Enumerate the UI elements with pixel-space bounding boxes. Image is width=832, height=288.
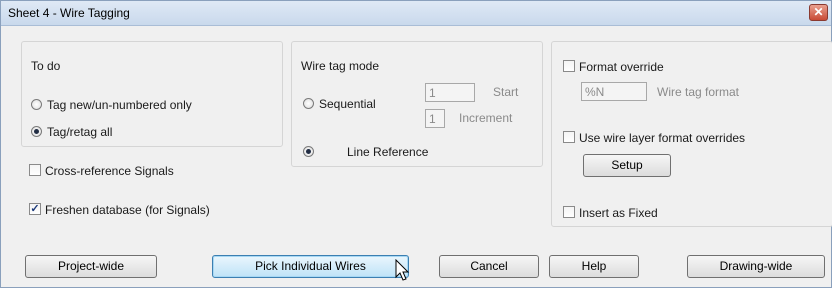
wire-tag-format-label: Wire tag format bbox=[657, 85, 740, 99]
layer-overrides-label: Use wire layer format overrides bbox=[579, 131, 746, 145]
sequential-radio[interactable] bbox=[303, 98, 314, 109]
pick-individual-wires-button[interactable]: Pick Individual Wires bbox=[212, 255, 409, 278]
todo-heading: To do bbox=[31, 59, 61, 73]
line-reference-radio[interactable] bbox=[303, 146, 314, 157]
cross-reference-checkbox[interactable] bbox=[29, 164, 41, 176]
start-field[interactable]: 1 bbox=[425, 83, 475, 102]
help-button[interactable]: Help bbox=[549, 255, 639, 278]
increment-field[interactable]: 1 bbox=[425, 109, 445, 128]
window-title: Sheet 4 - Wire Tagging bbox=[8, 6, 130, 20]
line-reference-label: Line Reference bbox=[347, 145, 429, 159]
insert-fixed-checkbox[interactable] bbox=[563, 206, 575, 218]
freshen-database-label: Freshen database (for Signals) bbox=[45, 203, 210, 217]
project-wide-button[interactable]: Project-wide bbox=[25, 255, 157, 278]
sequential-label: Sequential bbox=[319, 97, 376, 111]
format-override-label: Format override bbox=[579, 60, 664, 74]
drawing-wide-button[interactable]: Drawing-wide bbox=[687, 255, 825, 278]
check-icon: ✓ bbox=[30, 203, 40, 215]
close-icon: ✕ bbox=[813, 5, 824, 19]
wire-tagging-dialog: Sheet 4 - Wire Tagging ✕ To do Tag new/u… bbox=[0, 0, 832, 288]
insert-fixed-label: Insert as Fixed bbox=[579, 206, 658, 220]
wire-tag-format-field[interactable]: %N bbox=[581, 82, 647, 101]
mouse-cursor-icon bbox=[395, 259, 410, 281]
title-bar: Sheet 4 - Wire Tagging ✕ bbox=[1, 1, 831, 26]
layer-overrides-checkbox[interactable] bbox=[563, 131, 575, 143]
close-button[interactable]: ✕ bbox=[809, 4, 828, 21]
increment-label: Increment bbox=[459, 111, 513, 125]
wire-tag-mode-heading: Wire tag mode bbox=[301, 59, 380, 73]
format-override-checkbox[interactable] bbox=[563, 60, 575, 72]
start-label: Start bbox=[493, 85, 519, 99]
cross-reference-label: Cross-reference Signals bbox=[45, 164, 174, 178]
setup-button[interactable]: Setup bbox=[583, 154, 671, 177]
tag-retag-all-radio[interactable] bbox=[31, 126, 42, 137]
tag-new-label: Tag new/un-numbered only bbox=[47, 98, 192, 112]
cancel-button[interactable]: Cancel bbox=[439, 255, 539, 278]
tag-new-radio[interactable] bbox=[31, 99, 42, 110]
freshen-database-checkbox[interactable]: ✓ bbox=[29, 203, 41, 215]
tag-retag-all-label: Tag/retag all bbox=[47, 125, 113, 139]
